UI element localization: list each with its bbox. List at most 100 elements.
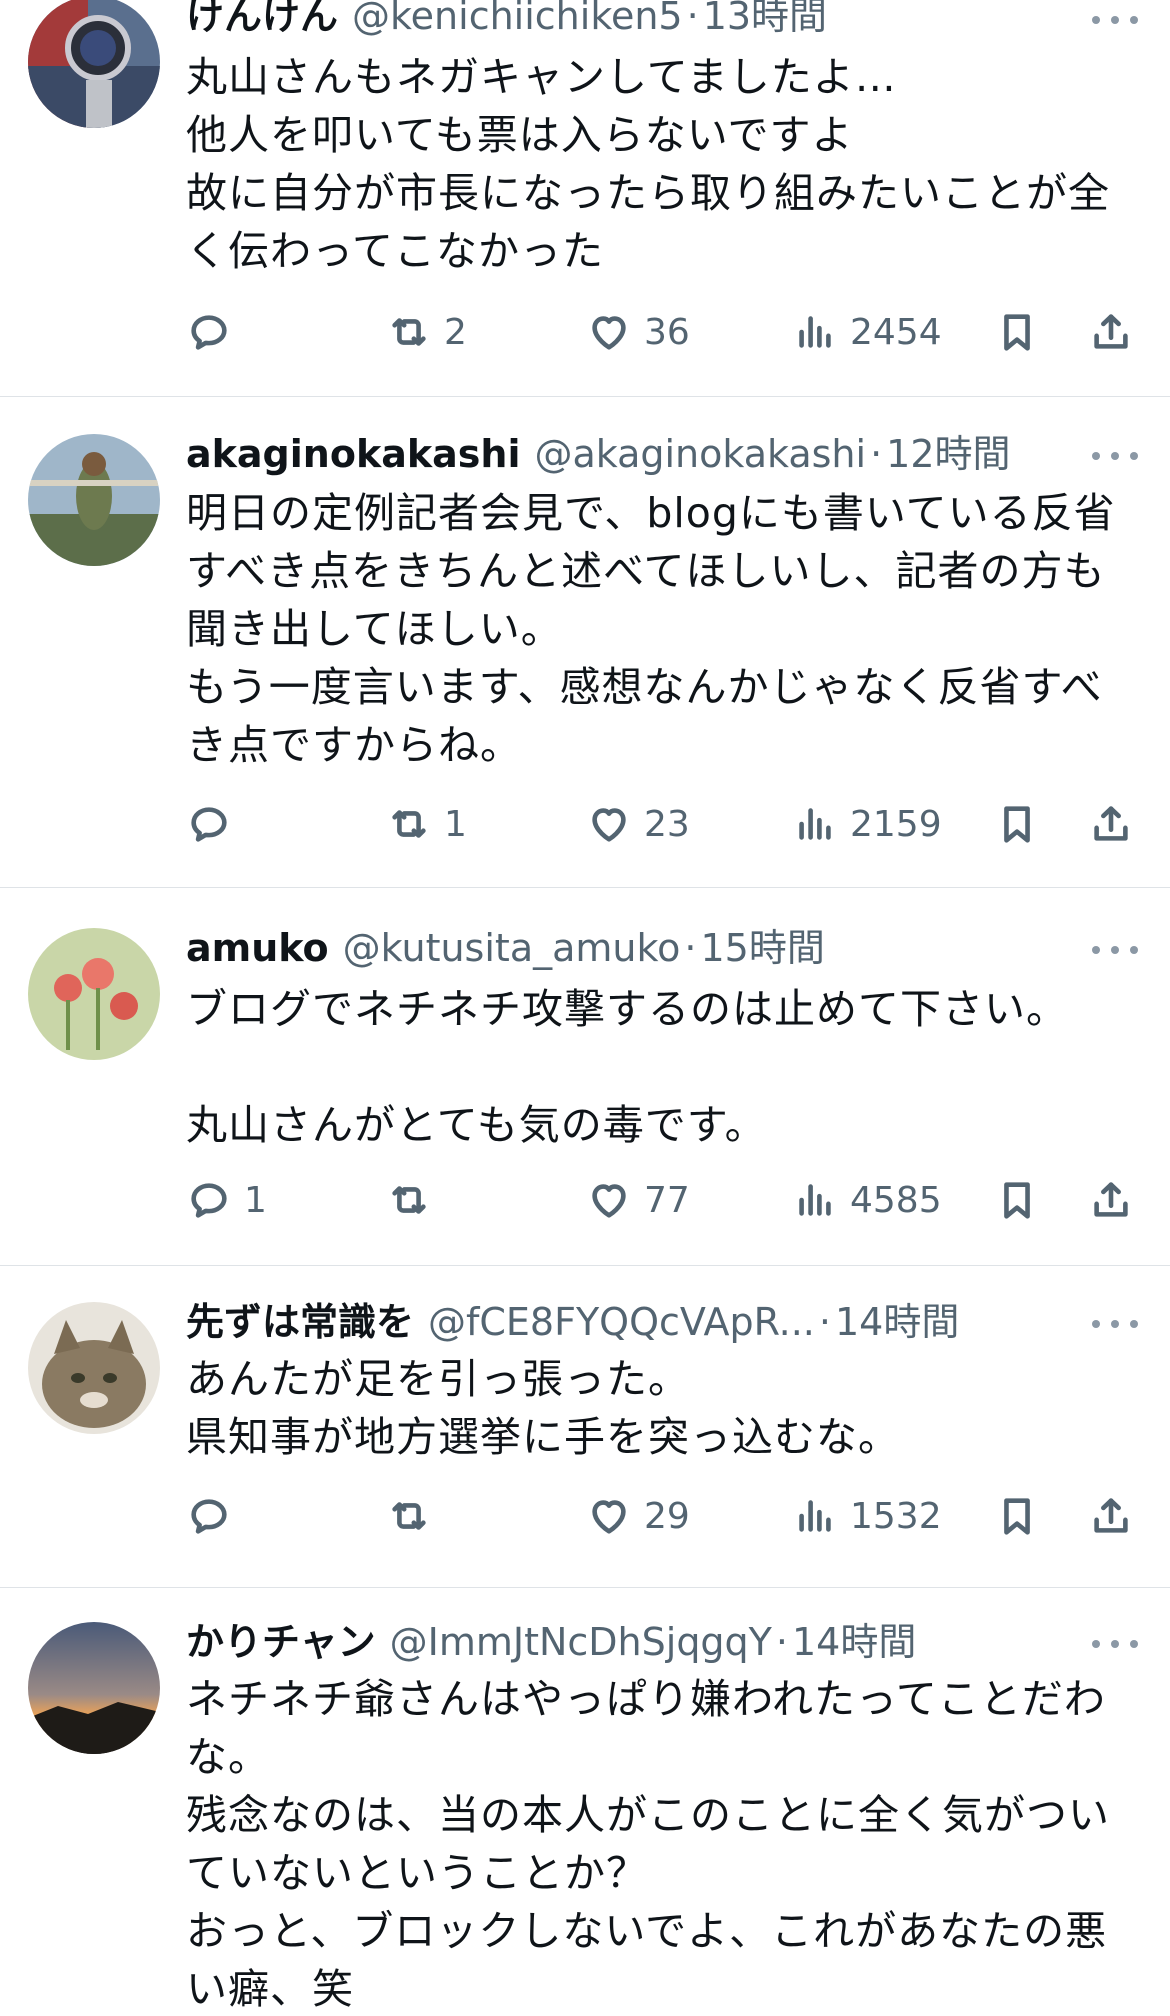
like-count: 29 — [644, 1495, 690, 1537]
tweet-text: ブログでネチネチ攻撃するのは止めて下さい。 丸山さんがとても気の毒です。 — [186, 985, 1068, 1149]
tweet-text: 丸山さんもネガキャンしてましたよ… 他人を叩いても票は入らないですよ 故に自分が… — [186, 53, 1110, 275]
like-button[interactable]: 77 — [586, 1170, 690, 1230]
more-icon[interactable] — [1092, 1634, 1138, 1654]
retweet-button[interactable] — [386, 1486, 444, 1546]
separator-dot: · — [775, 1620, 788, 1664]
tweet[interactable]: akaginokakashi @akaginokakashi · 12時間 明日… — [0, 398, 1170, 888]
action-bar: 29 1532 — [186, 1486, 1146, 1546]
bookmark-icon — [994, 309, 1040, 355]
user-handle[interactable]: @akaginokakashi — [534, 428, 866, 480]
tweet[interactable]: けんけん @kenichiichiken5 · 13時間 丸山さんもネガキャンし… — [0, 0, 1170, 397]
view-count: 1532 — [850, 1495, 942, 1537]
share-button[interactable] — [1088, 794, 1134, 854]
views-icon — [792, 801, 838, 847]
like-icon — [586, 801, 632, 847]
like-button[interactable]: 29 — [586, 1486, 690, 1546]
view-count: 4585 — [850, 1179, 942, 1221]
like-icon — [586, 1493, 632, 1539]
bookmark-button[interactable] — [994, 302, 1040, 362]
tweet[interactable]: amuko @kutusita_amuko · 15時間 ブログでネチネチ攻撃す… — [0, 888, 1170, 1266]
views-icon — [792, 309, 838, 355]
timestamp[interactable]: 13時間 — [703, 0, 827, 42]
more-icon[interactable] — [1092, 446, 1138, 466]
like-icon — [586, 309, 632, 355]
view-count: 2159 — [850, 803, 942, 845]
user-handle[interactable]: @fCE8FYQQcVApR... — [428, 1296, 815, 1348]
display-name[interactable]: akaginokakashi — [186, 428, 520, 480]
like-button[interactable]: 36 — [586, 302, 690, 362]
reply-icon — [186, 801, 232, 847]
more-icon[interactable] — [1092, 940, 1138, 960]
like-count: 36 — [644, 311, 690, 353]
share-icon — [1088, 1177, 1134, 1223]
retweet-button[interactable] — [386, 1170, 444, 1230]
retweet-icon — [386, 309, 432, 355]
user-handle[interactable]: @kutusita_amuko — [343, 922, 681, 974]
retweet-count: 2 — [444, 311, 467, 353]
tweet-text: ネチネチ爺さんはやっぱり嫌われたってことだわ な。 残念なのは、当の本人がこのこ… — [186, 1675, 1110, 2013]
bookmark-icon — [994, 1177, 1040, 1223]
separator-dot: · — [686, 0, 699, 38]
like-icon — [586, 1177, 632, 1223]
reply-button[interactable] — [186, 1486, 244, 1546]
reply-icon — [186, 309, 232, 355]
retweet-button[interactable]: 2 — [386, 302, 467, 362]
more-icon[interactable] — [1092, 10, 1138, 30]
share-button[interactable] — [1088, 302, 1134, 362]
avatar[interactable] — [28, 928, 160, 1060]
share-button[interactable] — [1088, 1486, 1134, 1546]
views-button[interactable]: 2454 — [792, 302, 942, 362]
action-bar: 1 77 4585 — [186, 1170, 1146, 1230]
views-button[interactable]: 1532 — [792, 1486, 942, 1546]
reply-button[interactable]: 1 — [186, 1170, 267, 1230]
timestamp[interactable]: 14時間 — [835, 1296, 959, 1348]
like-count: 77 — [644, 1179, 690, 1221]
bookmark-button[interactable] — [994, 1170, 1040, 1230]
share-button[interactable] — [1088, 1170, 1134, 1230]
retweet-icon — [386, 1177, 432, 1223]
bookmark-button[interactable] — [994, 1486, 1040, 1546]
tweet-text: 明日の定例記者会見で、blogにも書いている反省 すべき点をきちんと述べてほしい… — [186, 489, 1116, 769]
reply-count: 1 — [244, 1179, 267, 1221]
retweet-button[interactable]: 1 — [386, 794, 467, 854]
display-name[interactable]: けんけん — [186, 0, 338, 42]
like-button[interactable]: 23 — [586, 794, 690, 854]
tweet-text: あんたが足を引っ張った。 県知事が地方選挙に手を突っ込むな。 — [186, 1355, 900, 1461]
bookmark-button[interactable] — [994, 794, 1040, 854]
views-button[interactable]: 4585 — [792, 1170, 942, 1230]
timestamp[interactable]: 15時間 — [700, 922, 824, 974]
display-name[interactable]: 先ずは常識を — [186, 1296, 414, 1348]
avatar[interactable] — [28, 1622, 160, 1754]
action-bar: 1 23 2159 — [186, 794, 1146, 854]
like-count: 23 — [644, 803, 690, 845]
separator-dot: · — [684, 926, 697, 970]
reply-button[interactable] — [186, 794, 244, 854]
reply-icon — [186, 1177, 232, 1223]
bookmark-icon — [994, 801, 1040, 847]
display-name[interactable]: かりチャン — [186, 1616, 376, 1668]
user-handle[interactable]: @ImmJtNcDhSjqgqY — [390, 1616, 772, 1668]
action-bar: 2 36 2454 — [186, 302, 1146, 362]
retweet-icon — [386, 801, 432, 847]
retweet-count: 1 — [444, 803, 467, 845]
tweet[interactable]: 先ずは常識を @fCE8FYQQcVApR... · 14時間 あんたが足を引っ… — [0, 1266, 1170, 1588]
separator-dot: · — [870, 432, 883, 476]
share-icon — [1088, 309, 1134, 355]
views-icon — [792, 1177, 838, 1223]
share-icon — [1088, 1493, 1134, 1539]
views-icon — [792, 1493, 838, 1539]
retweet-icon — [386, 1493, 432, 1539]
avatar[interactable] — [28, 0, 160, 128]
timestamp[interactable]: 14時間 — [792, 1616, 916, 1668]
timestamp[interactable]: 12時間 — [886, 428, 1010, 480]
user-handle[interactable]: @kenichiichiken5 — [352, 0, 683, 42]
more-icon[interactable] — [1092, 1314, 1138, 1334]
separator-dot: · — [818, 1300, 831, 1344]
avatar[interactable] — [28, 1302, 160, 1434]
avatar[interactable] — [28, 434, 160, 566]
tweet[interactable]: かりチャン @ImmJtNcDhSjqgqY · 14時間 ネチネチ爺さんはやっ… — [0, 1588, 1170, 2016]
reply-button[interactable] — [186, 302, 244, 362]
display-name[interactable]: amuko — [186, 922, 329, 974]
divider — [0, 396, 1170, 397]
views-button[interactable]: 2159 — [792, 794, 942, 854]
